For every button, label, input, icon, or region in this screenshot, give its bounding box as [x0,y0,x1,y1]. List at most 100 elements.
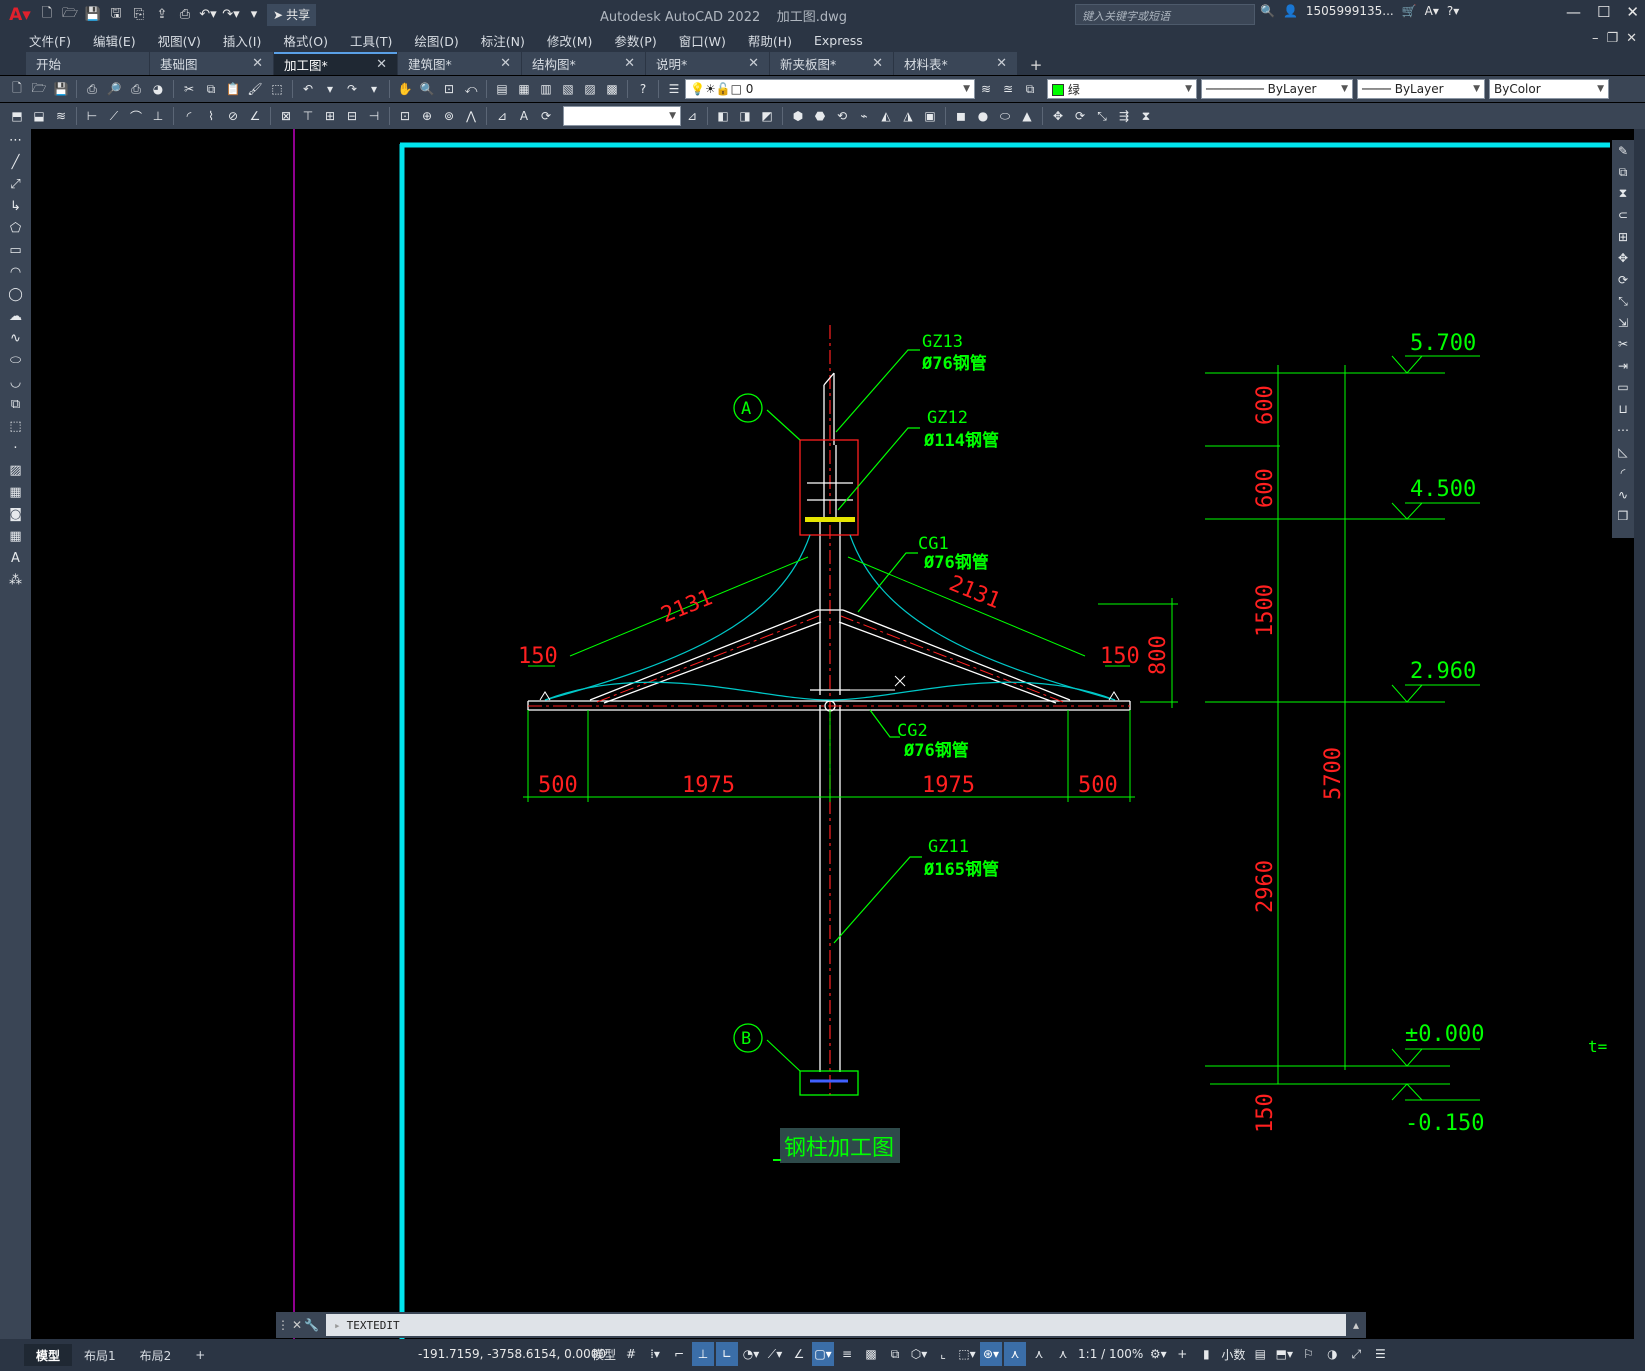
polygon-icon[interactable]: ⬠ [0,217,31,239]
tab-close-icon[interactable]: ✕ [624,56,635,71]
radius-icon[interactable]: ◜ [179,106,199,126]
plotstyle-dropdown[interactable]: ByColor ▼ [1489,79,1609,99]
transparency-icon[interactable]: ▩ [860,1342,882,1366]
new-icon[interactable]: 🗋 [7,79,27,99]
annotation-scale-value[interactable]: 1:1 / 100% [1076,1342,1145,1366]
gradient-icon[interactable]: ▦ [0,481,31,503]
scale-icon[interactable]: ⤡ [1612,291,1634,313]
doc-minimize-icon[interactable]: – [1592,31,1599,46]
break-icon[interactable]: ⊔ [1612,398,1634,420]
customize-qat-icon[interactable]: ▾ [244,5,264,25]
properties-icon[interactable]: ▤ [492,79,512,99]
graphics-performance-icon[interactable]: ◑ [1321,1342,1343,1366]
save-icon[interactable]: 💾 [83,5,103,25]
search-icon[interactable]: 🔍 [1260,4,1275,18]
union-icon[interactable]: ◧ [713,106,733,126]
object-snap-tracking-icon[interactable]: ∠ [788,1342,810,1366]
redo-icon[interactable]: ↷ [342,79,362,99]
layer-isolate-icon[interactable]: ⧉ [1020,79,1040,99]
line-icon[interactable]: ╱ [0,151,31,173]
continue-icon[interactable]: ⊞ [320,106,340,126]
tab-foundation[interactable]: 基础图 ✕ [150,52,273,75]
markup-icon[interactable]: ▨ [580,79,600,99]
tab-architecture[interactable]: 建筑图* ✕ [398,52,521,75]
isodraft-icon[interactable]: ⟋▾ [764,1342,786,1366]
redo-icon[interactable]: ↷▾ [221,5,241,25]
arc-length-icon[interactable]: ⌒ [126,106,146,126]
dimension-style-dropdown[interactable]: ▼ [563,106,681,126]
menu-view[interactable]: 视图(V) [147,31,212,50]
jogged-linear-icon[interactable]: ⋀ [461,106,481,126]
dimension-update-icon[interactable]: ⟳ [536,106,556,126]
explode-icon[interactable]: ❒ [1612,506,1634,528]
selection-cycling-icon[interactable]: ⧉ [884,1342,906,1366]
menu-express[interactable]: Express [803,33,874,48]
menu-modify[interactable]: 修改(M) [536,31,604,50]
tab-notes[interactable]: 说明* ✕ [646,52,769,75]
lineweight-icon[interactable]: ≡ [836,1342,858,1366]
move-icon[interactable]: ✥ [1612,248,1634,270]
color-dropdown[interactable]: 绿 ▼ [1047,79,1197,99]
tab-close-icon[interactable]: ✕ [252,56,263,71]
zoom-previous-icon[interactable]: ⤺ [461,79,481,99]
sweep-icon[interactable]: ⌁ [854,106,874,126]
box-icon[interactable]: ◼ [951,106,971,126]
3d-move-icon[interactable]: ✥ [1048,106,1068,126]
stretch-icon[interactable]: ⇲ [1612,312,1634,334]
menu-file[interactable]: 文件(F) [18,31,82,50]
undo-dropdown-icon[interactable]: ▾ [320,79,340,99]
ellipse-arc-icon[interactable]: ◡ [0,371,31,393]
make-block-icon[interactable]: ⬚ [0,415,31,437]
cylinder-icon[interactable]: ⬭ [995,106,1015,126]
menu-format[interactable]: 格式(O) [272,31,339,50]
center-mark-icon[interactable]: ⊕ [417,106,437,126]
circle-icon[interactable]: ◯ [0,283,31,305]
minimize-icon[interactable]: — [1566,3,1581,21]
layer-dropdown[interactable]: 💡☀🔓□ 0 ▼ [685,79,975,99]
polar-tracking-icon[interactable]: ◔▾ [740,1342,762,1366]
menu-draw[interactable]: 绘图(D) [403,31,469,50]
loft-icon[interactable]: ◭ [876,106,896,126]
join-icon[interactable]: ⋯ [1612,420,1634,442]
arc-icon[interactable]: ◠ [0,261,31,283]
intersect-icon[interactable]: ◩ [757,106,777,126]
insert-block-icon[interactable]: ⧉ [0,393,31,415]
dynamic-input-icon[interactable]: ⊥ [692,1342,715,1366]
match-properties-icon[interactable]: 🖌 [245,79,265,99]
angular-icon[interactable]: ∠ [245,106,265,126]
cut-icon[interactable]: ✂ [179,79,199,99]
layer-previous-icon[interactable]: ≊ [998,79,1018,99]
menu-window[interactable]: 窗口(W) [668,31,737,50]
tab-close-icon[interactable]: ✕ [872,56,883,71]
tab-materials[interactable]: 材料表* ✕ [894,52,1017,75]
linetype-dropdown[interactable]: ──────── ByLayer ▼ [1201,79,1353,99]
blend-curves-icon[interactable]: ∿ [1612,484,1634,506]
calculator-icon[interactable]: ▩ [602,79,622,99]
copy-icon[interactable]: ⧉ [201,79,221,99]
save-web-icon[interactable]: ⇪ [152,5,172,25]
baseline-icon[interactable]: ⊤ [298,106,318,126]
command-grip-icon[interactable]: ⋮ [276,1318,290,1332]
plot-icon[interactable]: ⎙ [175,5,195,25]
add-selected-icon[interactable]: ⁂ [0,569,31,591]
command-history-icon[interactable]: ▴ [1346,1318,1366,1332]
customization-icon[interactable]: ☰ [1369,1342,1391,1366]
open-web-icon[interactable]: ⎘ [129,5,149,25]
dimension-edit-icon[interactable]: ⊿ [492,106,512,126]
add-layout-icon[interactable]: + [183,1344,217,1366]
help-search-input[interactable]: 键入关键字或短语 [1075,4,1255,25]
command-input[interactable]: ▸ TEXTEDIT [326,1314,1346,1336]
chamfer-icon[interactable]: ◺ [1612,441,1634,463]
undo-icon[interactable]: ↶ [298,79,318,99]
help-icon[interactable]: ? [633,79,653,99]
presspull-icon[interactable]: ⬣ [810,106,830,126]
tab-new-splint[interactable]: 新夹板图* ✕ [770,52,893,75]
doc-restore-icon[interactable]: ❐ [1606,31,1618,46]
linear-dimension-icon[interactable]: ⊢ [82,106,102,126]
layout-tab-1[interactable]: 布局1 [72,1344,128,1366]
share-button[interactable]: ➤ 共享 [267,3,317,26]
construction-line-icon[interactable]: ⤢ [0,173,31,195]
sphere-icon[interactable]: ● [973,106,993,126]
paste-icon[interactable]: 📋 [223,79,243,99]
tolerance-icon[interactable]: ⊡ [395,106,415,126]
